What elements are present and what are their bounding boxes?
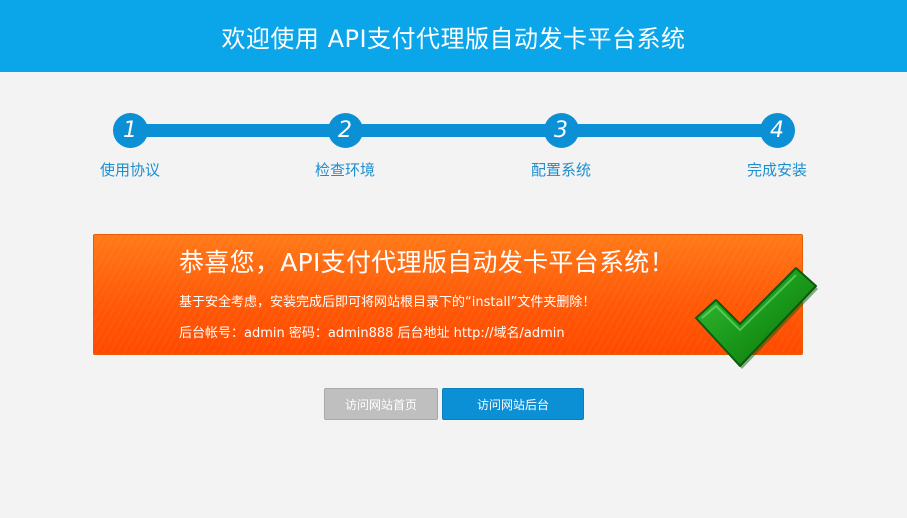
progress-line: [130, 124, 777, 137]
visit-home-button[interactable]: 访问网站首页: [324, 388, 438, 420]
step-number-circle: 4: [759, 113, 795, 148]
install-steps: 1 使用协议 2 检查环境 3 配置系统 4 完成安装: [0, 0, 907, 200]
check-mark-icon: [695, 267, 818, 369]
step-number-circle: 3: [543, 113, 579, 148]
security-notice: 基于安全考虑，安装完成后即可将网站根目录下的“install”文件夹删除！: [179, 295, 596, 310]
step-4: 4 完成安装: [707, 113, 847, 180]
step-2: 2 检查环境: [275, 113, 415, 180]
step-label: 完成安装: [746, 161, 807, 179]
step-number-circle: 2: [327, 113, 363, 148]
step-label: 配置系统: [530, 161, 591, 179]
admin-credentials: 后台帐号：admin 密码：admin888 后台地址 http://域名/ad…: [179, 326, 565, 341]
action-buttons: 访问网站首页 访问网站后台: [0, 388, 907, 420]
success-title: 恭喜您，API支付代理版自动发卡平台系统！: [179, 248, 675, 277]
step-number-circle: 1: [112, 113, 148, 148]
step-label: 使用协议: [99, 161, 160, 179]
visit-admin-button[interactable]: 访问网站后台: [442, 388, 584, 420]
step-3: 3 配置系统: [491, 113, 631, 180]
step-1: 1 使用协议: [60, 113, 200, 180]
step-label: 检查环境: [314, 161, 375, 179]
